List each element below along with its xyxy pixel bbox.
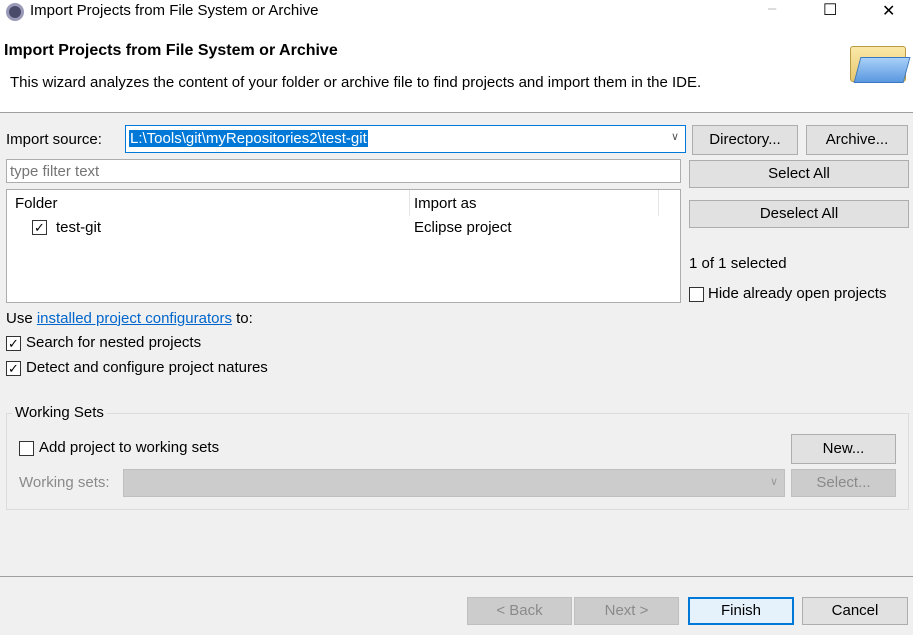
nested-checkbox[interactable]: ✓ xyxy=(6,336,21,351)
filter-input[interactable] xyxy=(6,159,681,183)
new-working-set-button[interactable]: New... xyxy=(791,434,896,464)
hide-open-checkbox[interactable] xyxy=(689,287,704,302)
detect-checkbox[interactable]: ✓ xyxy=(6,361,21,376)
header-divider xyxy=(0,112,913,113)
archive-button[interactable]: Archive... xyxy=(806,125,908,155)
close-button[interactable]: ✕ xyxy=(882,1,895,21)
column-header-import-as[interactable]: Import as xyxy=(414,195,477,212)
row-import-as: Eclipse project xyxy=(414,219,512,236)
select-all-button[interactable]: Select All xyxy=(689,160,909,188)
page-description: This wizard analyzes the content of your… xyxy=(10,74,702,91)
table-row[interactable]: ✓ test-git Eclipse project xyxy=(7,217,680,239)
next-button[interactable]: Next > xyxy=(574,597,679,625)
add-working-sets-label[interactable]: Add project to working sets xyxy=(39,439,219,456)
configurators-text: Use installed project configurators to: xyxy=(6,310,253,327)
import-source-label: Import source: xyxy=(6,131,102,148)
finish-button[interactable]: Finish xyxy=(688,597,794,625)
chevron-down-icon: ∨ xyxy=(670,131,679,143)
import-source-combo[interactable]: L:\Tools\git\myRepositories2\test-git ∨ xyxy=(125,125,686,153)
window-title: Import Projects from File System or Arch… xyxy=(30,2,319,19)
folder-icon xyxy=(850,46,911,83)
page-title: Import Projects from File System or Arch… xyxy=(4,42,338,59)
row-folder: test-git xyxy=(56,219,102,236)
selection-status: 1 of 1 selected xyxy=(689,255,787,272)
configurators-prefix: Use xyxy=(6,310,37,327)
deselect-all-button[interactable]: Deselect All xyxy=(689,200,909,228)
app-icon xyxy=(6,3,24,21)
working-sets-combo[interactable]: ∨ xyxy=(123,469,785,497)
add-working-sets-checkbox[interactable] xyxy=(19,441,34,456)
row-checkbox[interactable]: ✓ xyxy=(32,220,47,235)
hide-open-label[interactable]: Hide already open projects xyxy=(708,285,886,302)
working-sets-title: Working Sets xyxy=(12,404,107,421)
column-header-folder[interactable]: Folder xyxy=(15,195,58,212)
detect-label[interactable]: Detect and configure project natures xyxy=(26,359,268,376)
cancel-button[interactable]: Cancel xyxy=(802,597,908,625)
maximize-button[interactable]: ☐ xyxy=(823,0,837,20)
nested-label[interactable]: Search for nested projects xyxy=(26,334,201,351)
back-button[interactable]: < Back xyxy=(467,597,572,625)
projects-table: Folder Import as ✓ test-git Eclipse proj… xyxy=(6,189,681,303)
configurators-link[interactable]: installed project configurators xyxy=(37,310,232,327)
chevron-down-icon: ∨ xyxy=(769,476,778,488)
working-sets-label: Working sets: xyxy=(19,474,110,491)
import-source-value: L:\Tools\git\myRepositories2\test-git xyxy=(129,130,368,147)
select-working-set-button[interactable]: Select... xyxy=(791,469,896,497)
minimize-button[interactable]: – xyxy=(768,0,776,17)
directory-button[interactable]: Directory... xyxy=(692,125,798,155)
footer-divider xyxy=(0,576,913,577)
configurators-suffix: to: xyxy=(231,310,253,327)
